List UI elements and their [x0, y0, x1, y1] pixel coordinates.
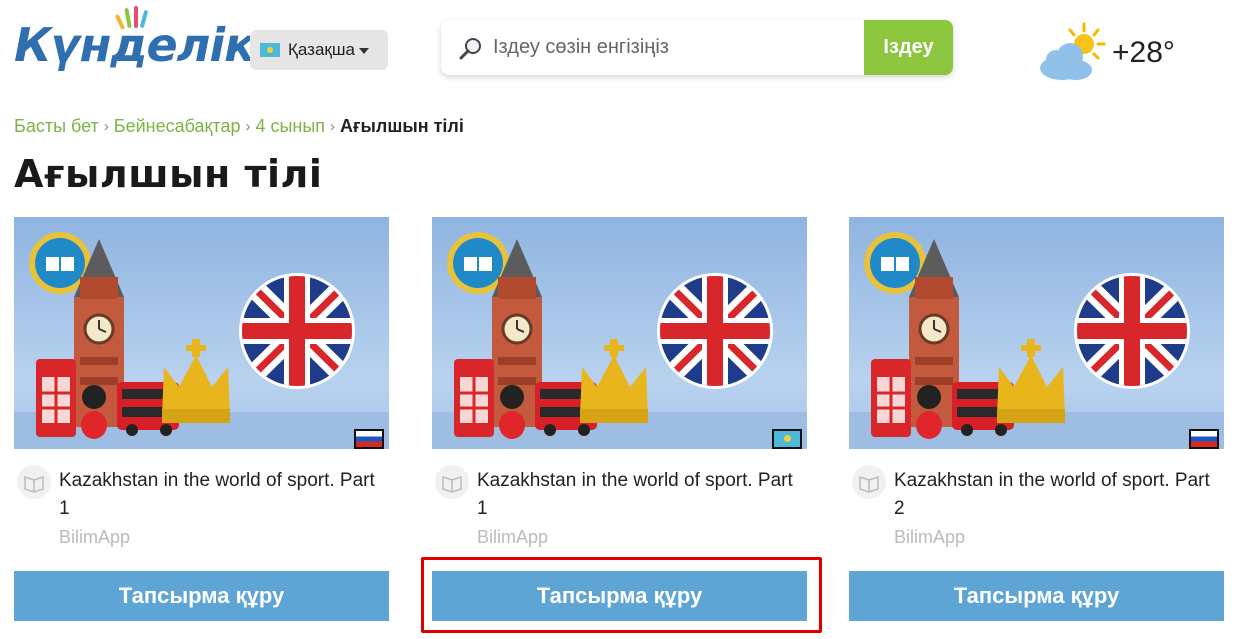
breadcrumb-grade[interactable]: 4 сынып — [255, 116, 325, 137]
russia-flag-icon — [354, 429, 384, 449]
sun-cloud-icon — [1040, 22, 1106, 80]
magnifier-icon — [459, 38, 481, 60]
lesson-card: Kazakhstan in the world of sport. Part 2… — [849, 217, 1224, 621]
lesson-title[interactable]: Kazakhstan in the world of sport. Part 1 — [59, 467, 389, 523]
search-input[interactable] — [493, 20, 863, 75]
open-book-icon — [17, 465, 51, 499]
kazakhstan-flag-icon — [772, 429, 802, 449]
breadcrumb-current: Ағылшын тілі — [340, 116, 464, 136]
search-button[interactable]: Іздеу — [864, 20, 953, 75]
breadcrumb: Басты бет › Бейнесабақтар › 4 сынып › Ағ… — [14, 116, 464, 137]
lesson-card: Kazakhstan in the world of sport. Part 1… — [14, 217, 389, 621]
lesson-thumbnail[interactable] — [14, 217, 389, 449]
temperature-value: +28° — [1112, 36, 1175, 69]
logo-text: Күнделік — [14, 18, 255, 72]
lesson-title[interactable]: Kazakhstan in the world of sport. Part 1 — [477, 467, 807, 523]
breadcrumb-video-lessons[interactable]: Бейнесабақтар — [114, 116, 241, 137]
lesson-card: Kazakhstan in the world of sport. Part 1… — [432, 217, 807, 621]
breadcrumb-separator: › — [103, 118, 109, 135]
language-label: Қазақша — [288, 40, 355, 59]
lesson-thumbnail[interactable] — [849, 217, 1224, 449]
lesson-source: BilimApp — [894, 527, 966, 547]
search-bar: Іздеу — [441, 20, 953, 75]
lesson-source: BilimApp — [477, 527, 549, 547]
site-logo[interactable]: Күнделік — [14, 4, 255, 88]
russia-flag-icon — [1189, 429, 1219, 449]
page-title: Ағылшын тілі — [14, 152, 323, 196]
weather-widget: +28° — [1036, 22, 1186, 86]
breadcrumb-home[interactable]: Басты бет — [14, 116, 99, 137]
create-assignment-button[interactable]: Тапсырма құру — [432, 571, 807, 621]
open-book-icon — [852, 465, 886, 499]
kazakhstan-flag-icon — [260, 43, 280, 57]
breadcrumb-separator: › — [330, 118, 336, 135]
lesson-source: BilimApp — [59, 527, 131, 547]
lesson-thumbnail[interactable] — [432, 217, 807, 449]
create-assignment-button[interactable]: Тапсырма құру — [14, 571, 389, 621]
lesson-title[interactable]: Kazakhstan in the world of sport. Part 2 — [894, 467, 1224, 523]
language-selector[interactable]: Қазақша — [250, 30, 388, 70]
chevron-down-icon — [358, 48, 369, 54]
open-book-icon — [435, 465, 469, 499]
create-assignment-button[interactable]: Тапсырма құру — [849, 571, 1224, 621]
breadcrumb-separator: › — [245, 118, 251, 135]
